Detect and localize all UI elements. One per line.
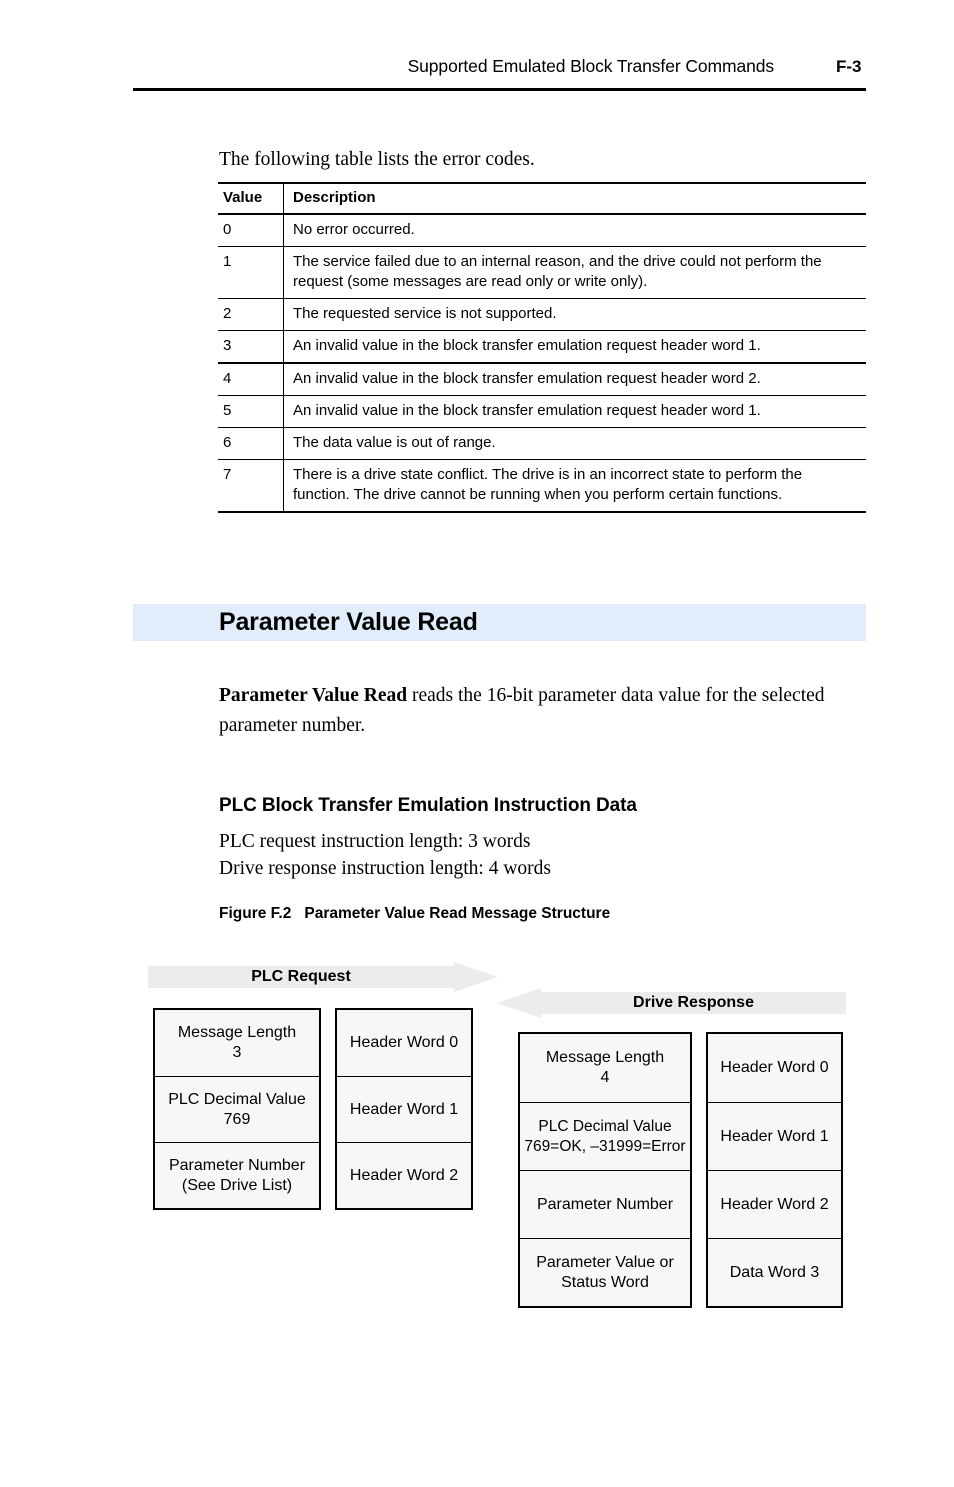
cell-line-1: Header Word 0 [349, 1034, 459, 1051]
cell-line-1: Message Length [177, 1024, 297, 1041]
cell-line-2: (See Drive List) [181, 1176, 293, 1194]
cell-line-1: Parameter Number [168, 1156, 306, 1174]
table-row: 1 The service failed due to an internal … [218, 246, 866, 299]
drive-response-word-cell: Data Word 3 [708, 1238, 841, 1306]
plc-request-word-cell: Header Word 1 [337, 1076, 471, 1142]
cell-line-2: 769 [223, 1110, 251, 1128]
error-codes-table: Value Description 0 No error occurred. 1… [218, 182, 866, 513]
cell-line-1: Header Word 1 [720, 1127, 829, 1145]
section-title: Parameter Value Read [219, 608, 478, 636]
cell-value: 7 [218, 459, 284, 513]
drive-response-length: Drive response instruction length: 4 wor… [219, 858, 551, 879]
figure-caption: Figure F.2 Parameter Value Read Message S… [219, 905, 610, 923]
figure-caption-text: Parameter Value Read Message Structure [304, 905, 611, 922]
table-row: 2 The requested service is not supported… [218, 298, 866, 331]
subsection-title: PLC Block Transfer Emulation Instruction… [219, 795, 637, 816]
cell-description: There is a drive state conflict. The dri… [283, 459, 866, 513]
table-head: Value Description [218, 182, 866, 215]
drive-response-banner-label: Drive Response [633, 994, 754, 1011]
cell-value: 1 [218, 246, 284, 299]
cell-description: No error occurred. [283, 214, 866, 247]
plc-request-word-cell: Header Word 2 [337, 1142, 471, 1208]
page-header-title: Supported Emulated Block Transfer Comman… [407, 56, 775, 76]
intro-paragraph: The following table lists the error code… [219, 148, 535, 170]
cell-value: 6 [218, 427, 284, 460]
section-body-paragraph: Parameter Value Read reads the 16-bit pa… [219, 681, 844, 741]
cell-description: An invalid value in the block transfer e… [283, 395, 866, 428]
cell-description: The service failed due to an internal re… [283, 246, 866, 299]
table-row: 7 There is a drive state conflict. The d… [218, 459, 866, 513]
cell-description: An invalid value in the block transfer e… [283, 363, 866, 396]
drive-response-word-cell: Header Word 2 [708, 1170, 841, 1238]
table-body: 0 No error occurred. 1 The service faile… [218, 214, 866, 513]
cell-description: The data value is out of range. [283, 427, 866, 460]
plc-request-length: PLC request instruction length: 3 words [219, 831, 531, 852]
column-header-value: Value [218, 182, 284, 215]
cell-line-1: Parameter Number [536, 1195, 674, 1213]
plc-request-word-stack: Header Word 0 Header Word 1 Header Word … [335, 1008, 473, 1210]
page-running-header: Supported Emulated Block Transfer Comman… [133, 56, 866, 77]
plc-request-content-cell: Parameter Number (See Drive List) [155, 1142, 319, 1208]
column-header-description: Description [283, 182, 866, 215]
table-header-row: Value Description [218, 182, 866, 215]
cell-line-1: Header Word 2 [720, 1195, 829, 1213]
drive-response-word-cell: Header Word 0 [708, 1034, 841, 1102]
plc-request-content-cell: Message Length 3 [155, 1010, 319, 1076]
drive-response-content-cell: Parameter Number [520, 1170, 690, 1238]
table-row: 6 The data value is out of range. [218, 427, 866, 460]
table-row: 3 An invalid value in the block transfer… [218, 330, 866, 364]
table-row: 4 An invalid value in the block transfer… [218, 363, 866, 396]
cell-line-1: Message Length [545, 1049, 665, 1066]
plc-request-arrow-banner: PLC Request [148, 962, 498, 992]
cell-line-1: Header Word 2 [349, 1166, 459, 1184]
drive-response-content-cell: Parameter Value or Status Word [520, 1238, 690, 1306]
drive-response-content-cell: PLC Decimal Value 769=OK, –31999=Error [520, 1102, 690, 1170]
table-row: 5 An invalid value in the block transfer… [218, 395, 866, 428]
instruction-lengths: PLC request instruction length: 3 words … [219, 828, 819, 882]
plc-request-content-stack: Message Length 3 PLC Decimal Value 769 P… [153, 1008, 321, 1210]
plc-request-word-cell: Header Word 0 [337, 1010, 471, 1076]
cell-line-2: 3 [232, 1044, 242, 1061]
cell-line-1: PLC Decimal Value [168, 1090, 306, 1108]
header-divider-rule [133, 88, 866, 91]
cell-line-2: Status Word [561, 1273, 649, 1291]
section-heading-band: Parameter Value Read [133, 604, 866, 641]
cell-value: 0 [218, 214, 284, 247]
figure-number: Figure F.2 [219, 905, 292, 922]
cell-value: 5 [218, 395, 284, 428]
cell-value: 4 [218, 363, 284, 396]
cell-line-2: 769=OK, –31999=Error [524, 1137, 686, 1155]
section-body-lead-term: Parameter Value Read [219, 684, 408, 706]
cell-line-1: Data Word 3 [729, 1263, 820, 1281]
drive-response-content-stack: Message Length 4 PLC Decimal Value 769=O… [518, 1032, 692, 1308]
cell-line-1: Header Word 1 [349, 1100, 459, 1118]
drive-response-word-cell: Header Word 1 [708, 1102, 841, 1170]
drive-response-word-stack: Header Word 0 Header Word 1 Header Word … [706, 1032, 843, 1308]
cell-description: An invalid value in the block transfer e… [283, 330, 866, 364]
drive-response-arrow-banner: Drive Response [497, 988, 846, 1018]
cell-line-1: Parameter Value or [536, 1253, 674, 1271]
cell-line-1: PLC Decimal Value [538, 1117, 672, 1135]
page-number: F-3 [836, 57, 862, 76]
drive-response-content-cell: Message Length 4 [520, 1034, 690, 1102]
cell-description: The requested service is not supported. [283, 298, 866, 331]
plc-request-content-cell: PLC Decimal Value 769 [155, 1076, 319, 1142]
cell-value: 2 [218, 298, 284, 331]
plc-request-banner-label: PLC Request [251, 968, 351, 985]
cell-value: 3 [218, 330, 284, 364]
cell-line-1: Header Word 0 [720, 1059, 829, 1076]
cell-line-2: 4 [600, 1069, 610, 1086]
table-row: 0 No error occurred. [218, 214, 866, 247]
